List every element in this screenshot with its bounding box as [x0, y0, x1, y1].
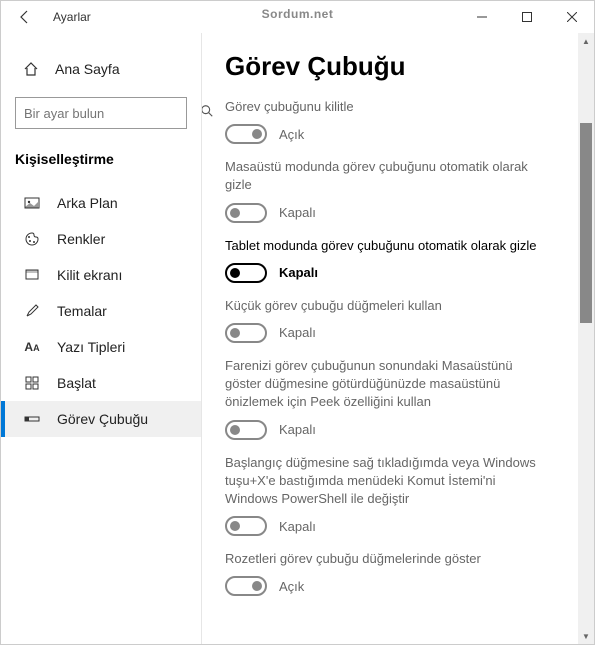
setting-label: Rozetleri görev çubuğu düğmelerinde göst…: [225, 550, 545, 568]
toggle-row: Kapalı: [225, 203, 582, 223]
search-box[interactable]: [15, 97, 187, 129]
sidebar: Ana Sayfa Kişiselleştirme Arka Plan Renk…: [1, 33, 201, 644]
start-icon: [23, 375, 41, 391]
main-panel: Görev Çubuğu Görev çubuğunu kilitle Açık M…: [201, 33, 594, 644]
sidebar-item-label: Arka Plan: [57, 195, 118, 211]
home-icon: [23, 61, 39, 77]
titlebar: Ayarlar: [1, 1, 594, 33]
toggle-switch[interactable]: [225, 576, 267, 596]
scroll-down-icon[interactable]: ▼: [578, 628, 594, 644]
toggle-state-label: Kapalı: [279, 519, 316, 534]
minimize-button[interactable]: [459, 1, 504, 33]
taskbar-icon: [23, 411, 41, 427]
section-header: Kişiselleştirme: [1, 147, 201, 185]
toggle-row: Açık: [225, 124, 582, 144]
toggle-state-label: Kapalı: [279, 265, 318, 280]
lockscreen-icon: [23, 267, 41, 283]
toggle-state-label: Kapalı: [279, 205, 316, 220]
scrollbar[interactable]: ▲ ▼: [578, 33, 594, 644]
toggle-switch[interactable]: [225, 420, 267, 440]
sidebar-item-background[interactable]: Arka Plan: [1, 185, 201, 221]
sidebar-item-label: Temalar: [57, 303, 107, 319]
picture-icon: [23, 195, 41, 211]
sidebar-item-label: Görev Çubuğu: [57, 411, 148, 427]
toggle-state-label: Kapalı: [279, 325, 316, 340]
sidebar-item-label: Renkler: [57, 231, 105, 247]
palette-icon: [23, 231, 41, 247]
sidebar-item-lockscreen[interactable]: Kilit ekranı: [1, 257, 201, 293]
toggle-state-label: Açık: [279, 579, 304, 594]
sidebar-item-start[interactable]: Başlat: [1, 365, 201, 401]
sidebar-item-colors[interactable]: Renkler: [1, 221, 201, 257]
sidebar-item-label: Başlat: [57, 375, 96, 391]
sidebar-item-label: Kilit ekranı: [57, 267, 122, 283]
toggle-switch[interactable]: [225, 516, 267, 536]
toggle-switch[interactable]: [225, 203, 267, 223]
back-button[interactable]: [1, 1, 49, 33]
sidebar-item-label: Yazı Tipleri: [57, 339, 125, 355]
brush-icon: [23, 303, 41, 319]
toggle-state-label: Açık: [279, 127, 304, 142]
toggle-switch[interactable]: [225, 323, 267, 343]
close-button[interactable]: [549, 1, 594, 33]
font-icon: AA: [23, 340, 41, 354]
search-input[interactable]: [24, 106, 200, 121]
sidebar-item-themes[interactable]: Temalar: [1, 293, 201, 329]
setting-label: Farenizi görev çubuğunun sonundaki Masaü…: [225, 357, 545, 412]
setting-label: Görev çubuğunu kilitle: [225, 98, 545, 116]
toggle-row: Kapalı: [225, 516, 582, 536]
toggle-switch[interactable]: [225, 124, 267, 144]
toggle-row: Açık: [225, 576, 582, 596]
sidebar-item-fonts[interactable]: AA Yazı Tipleri: [1, 329, 201, 365]
home-label: Ana Sayfa: [55, 61, 120, 77]
toggle-switch[interactable]: [225, 263, 267, 283]
scroll-up-icon[interactable]: ▲: [578, 33, 594, 49]
setting-label: Tablet modunda görev çubuğunu otomatik o…: [225, 237, 545, 255]
setting-label: Başlangıç düğmesine sağ tıkladığımda vey…: [225, 454, 545, 509]
toggle-row: Kapalı: [225, 263, 582, 283]
page-title: Görev Çubuğu: [225, 51, 582, 82]
setting-label: Masaüstü modunda görev çubuğunu otomatik…: [225, 158, 545, 194]
home-link[interactable]: Ana Sayfa: [1, 53, 201, 85]
window-controls: [459, 1, 594, 33]
window-title: Ayarlar: [49, 10, 459, 24]
toggle-state-label: Kapalı: [279, 422, 316, 437]
sidebar-item-taskbar[interactable]: Görev Çubuğu: [1, 401, 201, 437]
setting-label: Küçük görev çubuğu düğmeleri kullan: [225, 297, 545, 315]
toggle-row: Kapalı: [225, 323, 582, 343]
toggle-row: Kapalı: [225, 420, 582, 440]
scrollbar-thumb[interactable]: [580, 123, 592, 323]
maximize-button[interactable]: [504, 1, 549, 33]
